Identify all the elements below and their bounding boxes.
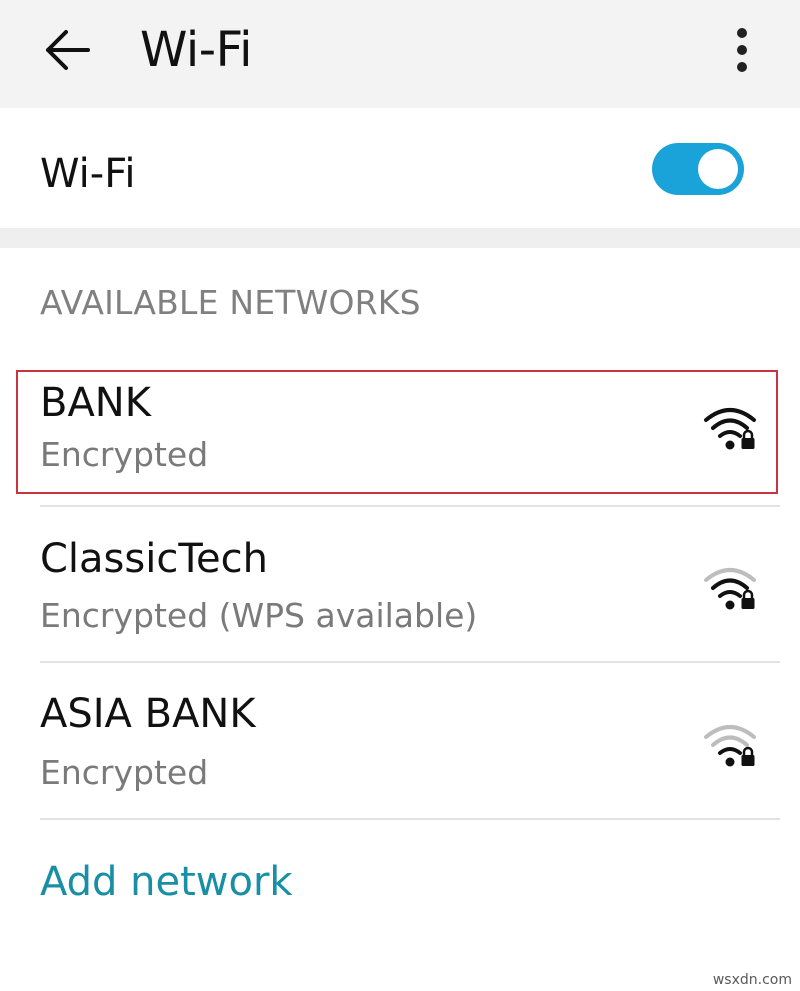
page-title: Wi-Fi	[140, 22, 253, 78]
network-status: Encrypted (WPS available)	[40, 596, 478, 635]
row-divider	[40, 818, 780, 820]
wifi-lock-icon	[704, 568, 756, 610]
add-network-link[interactable]: Add network	[40, 855, 293, 909]
switch-knob	[698, 149, 738, 189]
wifi-lock-icon	[704, 408, 756, 450]
wifi-toggle-label: Wi-Fi	[40, 151, 136, 197]
network-item-classictech[interactable]: ClassicTech Encrypted (WPS available)	[0, 526, 800, 676]
network-name: ClassicTech	[40, 536, 268, 582]
network-status: Encrypted	[40, 753, 209, 792]
row-divider	[40, 661, 780, 663]
network-name: ASIA BANK	[40, 691, 256, 737]
arrow-left-icon	[46, 30, 90, 70]
wifi-lock-icon	[704, 725, 756, 767]
overflow-menu-button[interactable]	[724, 22, 760, 78]
back-button[interactable]	[38, 22, 98, 78]
section-divider	[0, 228, 800, 248]
available-networks-header: AVAILABLE NETWORKS	[40, 283, 421, 322]
wifi-switch[interactable]	[652, 143, 744, 195]
row-divider	[40, 505, 780, 507]
app-bar: Wi-Fi	[0, 0, 800, 108]
watermark: wsxdn.com	[712, 972, 792, 988]
more-vert-icon	[737, 28, 747, 72]
network-item-asia-bank[interactable]: ASIA BANK Encrypted	[0, 683, 800, 833]
network-name: BANK	[40, 380, 151, 426]
network-item-bank[interactable]: BANK Encrypted	[0, 370, 800, 520]
network-status: Encrypted	[40, 435, 209, 474]
